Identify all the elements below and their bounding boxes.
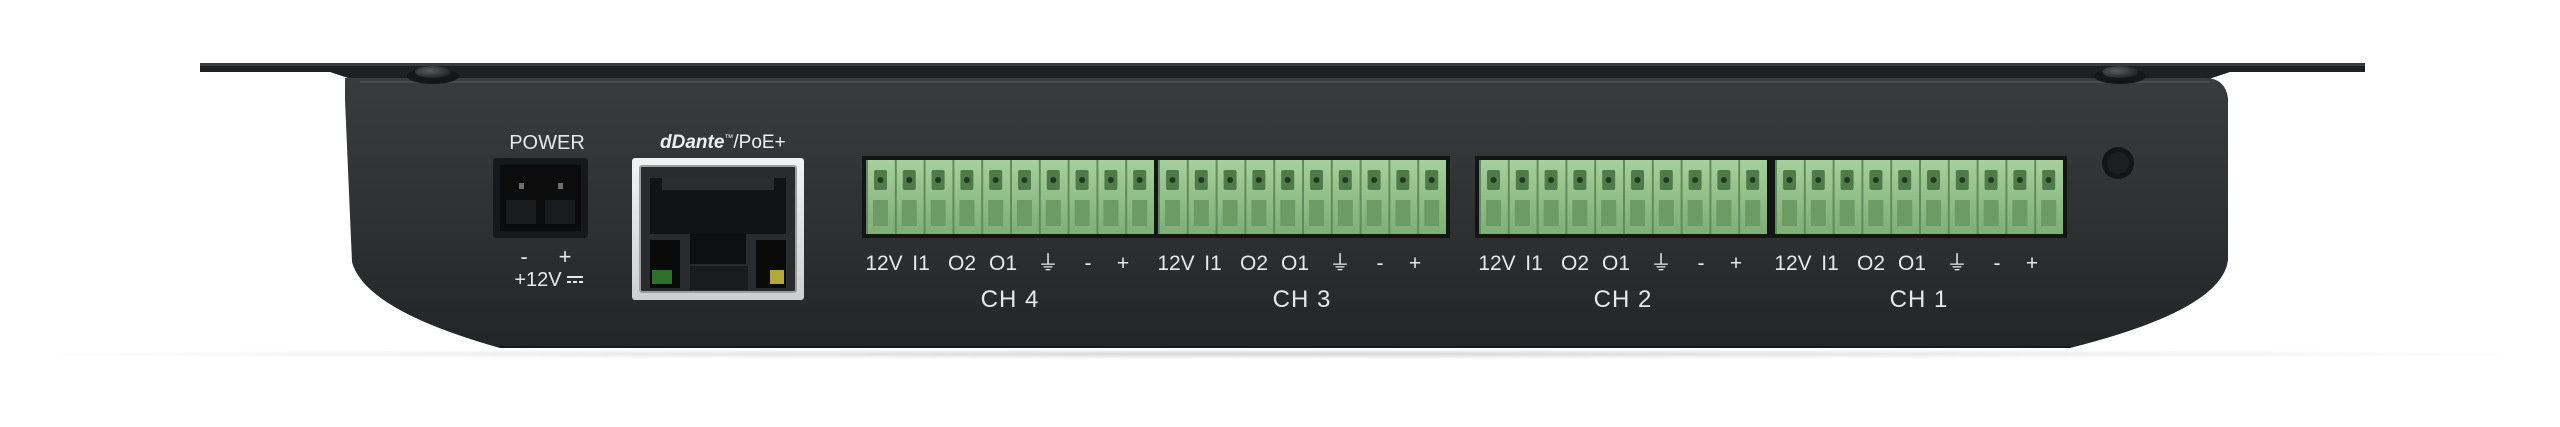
power-plus-label: +: [558, 244, 572, 269]
wire-entry[interactable]: [988, 200, 1004, 226]
wire-entry[interactable]: [1366, 200, 1382, 226]
wire-entry[interactable]: [1839, 200, 1855, 226]
wire-entry[interactable]: [1045, 200, 1061, 226]
wire-entry[interactable]: [1165, 200, 1180, 226]
channel-label: CH 1: [1889, 286, 1949, 313]
pin-label: -: [1084, 252, 1092, 275]
wire-entry[interactable]: [873, 200, 888, 226]
pin-label: I1: [1821, 252, 1839, 275]
terminal-block-ch-3[interactable]: [1154, 156, 1450, 238]
wire-entry[interactable]: [1745, 200, 1761, 226]
wire-entry[interactable]: [1716, 200, 1732, 226]
channel-label: CH 4: [980, 286, 1040, 313]
wire-entry[interactable]: [1868, 200, 1884, 226]
wire-entry[interactable]: [1103, 200, 1119, 226]
pin-label: -: [1697, 252, 1705, 275]
pin-label: -: [1376, 252, 1384, 275]
side-hole: [2102, 147, 2134, 179]
wire-entry[interactable]: [1222, 200, 1238, 226]
pin-label: ⏚: [1037, 252, 1059, 275]
wire-entry[interactable]: [2012, 200, 2028, 226]
pin-label: +: [2025, 252, 2039, 275]
terminal-block-ch-1[interactable]: [1771, 156, 2067, 238]
device-photo: POWER - + +12V dDante™/PoE+ 12V I1 O2 O1 ⏚ - +…: [0, 0, 2560, 427]
pin-label: O1: [1280, 252, 1310, 275]
wire-entry[interactable]: [1954, 200, 1970, 226]
wire-entry[interactable]: [1810, 200, 1826, 226]
pin-label: +: [1408, 252, 1422, 275]
wire-entry[interactable]: [1782, 200, 1797, 226]
wire-entry[interactable]: [1395, 200, 1411, 226]
power-label: POWER: [509, 132, 585, 154]
pin-label: 12V: [1774, 252, 1812, 275]
wire-entry[interactable]: [1337, 200, 1353, 226]
pin-label: 12V: [865, 252, 903, 275]
wire-entry[interactable]: [1280, 200, 1296, 226]
pin-label: O2: [1560, 252, 1590, 275]
wire-entry[interactable]: [1983, 200, 1999, 226]
dante-logo-icon: d: [660, 132, 672, 153]
pin-label: O1: [1897, 252, 1927, 275]
pin-label: O1: [1601, 252, 1631, 275]
wire-entry[interactable]: [901, 200, 917, 226]
channel-label: CH 3: [1272, 286, 1332, 313]
wire-entry[interactable]: [1630, 200, 1645, 226]
device-illustration: [200, 63, 2365, 348]
power-voltage-label: +12V: [514, 269, 562, 291]
wire-entry[interactable]: [1572, 200, 1588, 226]
wire-entry[interactable]: [959, 200, 975, 226]
wire-entry[interactable]: [1658, 200, 1674, 226]
pin-label: O2: [1239, 252, 1269, 275]
pin-label: ⏚: [1946, 252, 1968, 275]
terminal-block-ch-2[interactable]: [1475, 156, 1771, 238]
link-led: [652, 270, 672, 284]
wire-entry[interactable]: [1251, 200, 1267, 226]
pin-label: ⏚: [1329, 252, 1351, 275]
wire-entry[interactable]: [1926, 200, 1941, 226]
wire-entry[interactable]: [1017, 200, 1032, 226]
terminal-block-ch-4[interactable]: [862, 156, 1158, 238]
pin-label: O2: [1856, 252, 1886, 275]
wire-entry[interactable]: [1193, 200, 1209, 226]
power-minus-label: -: [520, 244, 528, 269]
wire-entry[interactable]: [1486, 200, 1501, 226]
pin-label: ⏚: [1650, 252, 1672, 275]
wire-entry[interactable]: [930, 200, 946, 226]
activity-led: [770, 270, 784, 284]
pin-label: 12V: [1157, 252, 1195, 275]
wire-entry[interactable]: [1309, 200, 1324, 226]
dc-symbol-icon: [567, 276, 583, 283]
wire-entry[interactable]: [1424, 200, 1440, 226]
pin-label: I1: [1525, 252, 1543, 275]
pin-label: 12V: [1478, 252, 1516, 275]
wire-entry[interactable]: [1897, 200, 1913, 226]
pin-label: O2: [947, 252, 977, 275]
pin-label: I1: [1204, 252, 1222, 275]
pin-label: +: [1116, 252, 1130, 275]
pin-label: I1: [912, 252, 930, 275]
wire-entry[interactable]: [1543, 200, 1559, 226]
wire-entry[interactable]: [1601, 200, 1617, 226]
pin-label: +: [1729, 252, 1743, 275]
wire-entry[interactable]: [1514, 200, 1530, 226]
wire-entry[interactable]: [1074, 200, 1090, 226]
wire-entry[interactable]: [2041, 200, 2057, 226]
channel-label: CH 2: [1593, 286, 1653, 313]
pin-label: -: [1993, 252, 2001, 275]
pin-label: O1: [988, 252, 1018, 275]
dante-poe-label: dDante™/PoE+: [660, 132, 786, 153]
power-connector[interactable]: [493, 158, 588, 238]
wire-entry[interactable]: [1132, 200, 1148, 226]
wire-entry[interactable]: [1687, 200, 1703, 226]
ethernet-port[interactable]: [632, 158, 804, 300]
